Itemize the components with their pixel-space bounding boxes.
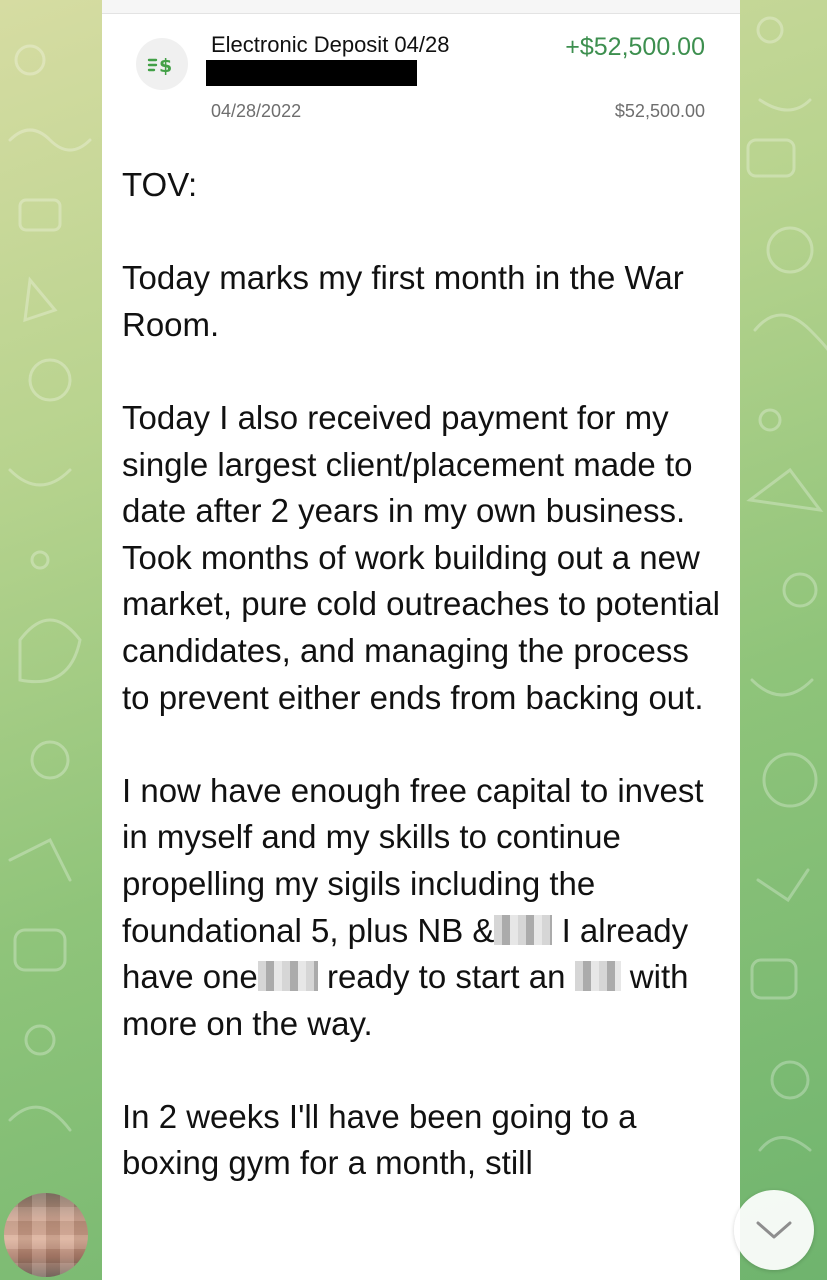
bubble-top-edge	[102, 0, 740, 14]
avatar[interactable]	[4, 1193, 88, 1277]
dollar-transfer-icon: $	[136, 38, 188, 90]
chevron-down-icon	[756, 1221, 792, 1239]
transaction-date: 04/28/2022	[211, 101, 302, 121]
redacted-block	[206, 60, 417, 86]
scroll-down-button[interactable]	[734, 1190, 814, 1270]
transaction-balance: $52,500.00	[614, 101, 705, 121]
message-paragraph: In 2 weeks I'll have been going to a box…	[122, 1097, 637, 1182]
transaction-card: $ Electronic Deposit 04/28 +$52,500.00 0…	[102, 14, 740, 138]
message-bubble: $ Electronic Deposit 04/28 +$52,500.00 0…	[102, 0, 740, 1280]
message-text-span: ready to start an	[317, 958, 566, 996]
message-paragraph: TOV:	[122, 166, 198, 203]
message-paragraph: Today marks my first month in the War Ro…	[122, 259, 684, 343]
message-paragraph: Today I also received payment for my sin…	[122, 398, 721, 716]
svg-text:$: $	[159, 55, 171, 76]
transaction-title: Electronic Deposit 04/28	[211, 32, 450, 57]
pixelated-redaction	[574, 961, 621, 992]
message-text: TOV: Today marks my first month in the W…	[122, 162, 722, 1234]
pixelated-redaction	[257, 961, 318, 992]
transaction-amount: +$52,500.00	[565, 33, 705, 61]
pixelated-redaction	[494, 914, 553, 945]
message-paragraph: I now have enough free capital to invest…	[122, 768, 722, 1048]
